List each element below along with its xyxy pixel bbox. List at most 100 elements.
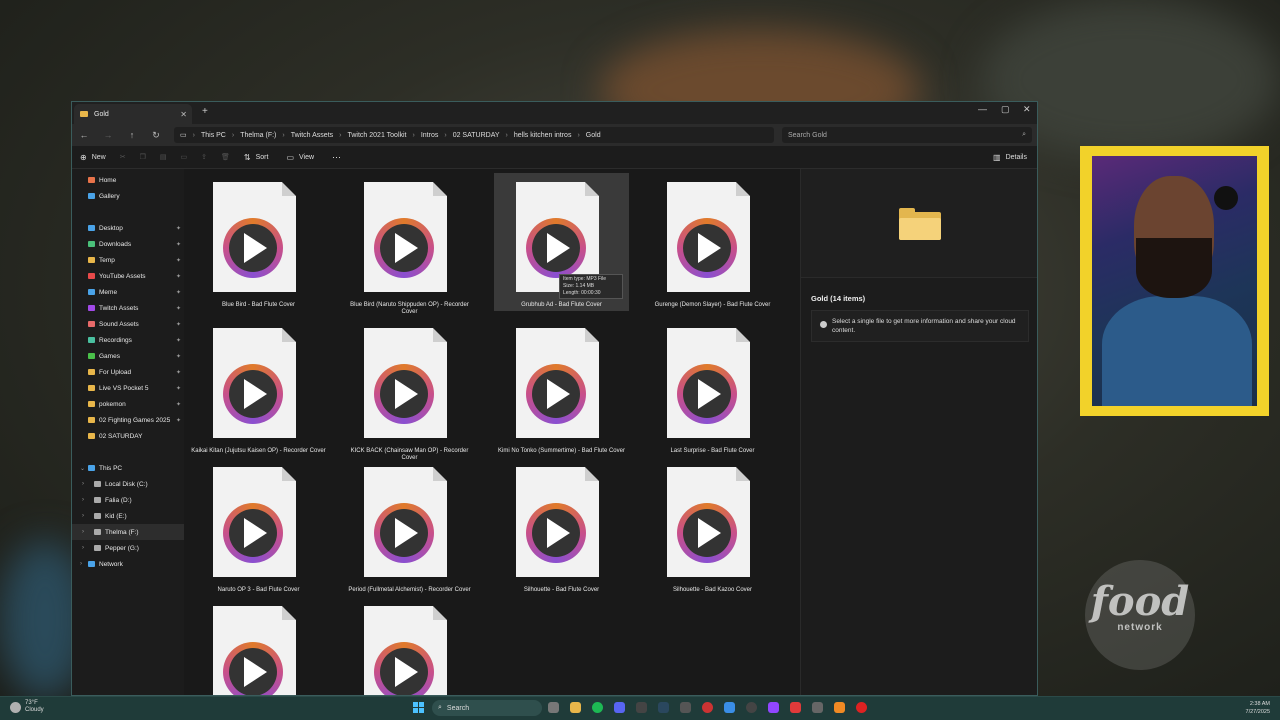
sidebar-item-drive[interactable]: › Thelma (F:) [72, 524, 184, 540]
file-tile[interactable]: Gurenge (Demon Slayer) - Bad Flute Cover [645, 173, 780, 311]
sidebar-item-pinned[interactable]: Desktop ✦ [72, 220, 184, 236]
sidebar-item-pinned[interactable]: Games ✦ [72, 348, 184, 364]
discord-icon[interactable] [614, 702, 625, 713]
copy-icon[interactable]: ❐ [140, 153, 146, 161]
view-button[interactable]: ▭ View [286, 153, 314, 162]
file-tile[interactable]: Period (Fullmetal Alchemist) - Recorder … [342, 458, 477, 596]
more-options-icon[interactable]: ⋯ [332, 152, 341, 163]
pin-icon[interactable]: ✦ [176, 401, 181, 408]
chevron-right-icon[interactable]: › [80, 561, 82, 567]
app-icon[interactable] [680, 702, 691, 713]
sidebar-item-drive[interactable]: › Pepper (G:) [72, 540, 184, 556]
sidebar-item-pinned[interactable]: For Upload ✦ [72, 364, 184, 380]
delete-icon[interactable]: 🗑 [221, 153, 230, 161]
sort-button[interactable]: ⇅ Sort [244, 153, 269, 162]
chevron-right-icon[interactable]: › [82, 529, 84, 535]
breadcrumb-item[interactable]: Gold [580, 132, 607, 139]
steam-icon[interactable] [658, 702, 669, 713]
pin-icon[interactable]: ✦ [176, 353, 181, 360]
pin-icon[interactable]: ✦ [176, 321, 181, 328]
pin-icon[interactable]: ✦ [176, 417, 181, 424]
taskbar-search[interactable]: ⌕ Search [432, 700, 542, 716]
pin-icon[interactable]: ✦ [176, 369, 181, 376]
pin-icon[interactable]: ✦ [176, 289, 181, 296]
start-button[interactable] [413, 702, 424, 713]
details-button[interactable]: ▥ Details [993, 153, 1027, 162]
cut-icon[interactable]: ✂ [120, 153, 126, 161]
sidebar-item-pinned[interactable]: Temp ✦ [72, 252, 184, 268]
app-icon[interactable] [636, 702, 647, 713]
up-icon[interactable]: ↑ [120, 130, 144, 140]
file-tile[interactable]: KICK BACK (Chainsaw Man OP) - Recorder C… [342, 319, 477, 461]
pin-icon[interactable]: ✦ [176, 305, 181, 312]
file-tile[interactable]: Blue Bird (Naruto Shippuden OP) - Record… [342, 173, 477, 315]
sidebar-item-gallery[interactable]: Gallery [72, 188, 184, 204]
sidebar-item-pinned[interactable]: pokemon ✦ [72, 396, 184, 412]
maximize-icon[interactable]: ▢ [1001, 104, 1010, 115]
sidebar-item-drive[interactable]: › Local Disk (C:) [72, 476, 184, 492]
app-icon[interactable] [702, 702, 713, 713]
file-tile[interactable] [191, 597, 326, 695]
breadcrumb-item[interactable]: Twitch Assets [285, 132, 339, 139]
breadcrumb-item[interactable]: This PC [195, 132, 232, 139]
chevron-right-icon[interactable]: › [82, 497, 84, 503]
sidebar-item-home[interactable]: Home [72, 172, 184, 188]
sidebar-item-network[interactable]: › Network [72, 556, 184, 572]
system-clock[interactable]: 2:38 AM 7/27/2025 [1246, 700, 1270, 716]
new-tab-button[interactable]: + [202, 106, 208, 117]
file-explorer-icon[interactable] [570, 702, 581, 713]
sidebar-item-pinned[interactable]: Meme ✦ [72, 284, 184, 300]
pin-icon[interactable]: ✦ [176, 385, 181, 392]
minimize-icon[interactable]: — [978, 104, 987, 114]
pin-icon[interactable]: ✦ [176, 257, 181, 264]
chevron-right-icon[interactable]: › [82, 513, 84, 519]
sidebar-item-this-pc[interactable]: ⌄ This PC [72, 460, 184, 476]
breadcrumb-item[interactable]: Intros [415, 132, 445, 139]
chevron-right-icon[interactable]: › [82, 481, 84, 487]
sidebar-item-pinned[interactable]: Twitch Assets ✦ [72, 300, 184, 316]
weather-widget[interactable]: 73°F Cloudy [10, 700, 44, 714]
app-icon[interactable] [724, 702, 735, 713]
file-tile[interactable]: Silhouette - Bad Flute Cover [494, 458, 629, 596]
spotify-icon[interactable] [592, 702, 603, 713]
breadcrumb-item[interactable]: Twitch 2021 Toolkit [341, 132, 412, 139]
pin-icon[interactable]: ✦ [176, 337, 181, 344]
rename-icon[interactable]: ▭ [181, 153, 188, 161]
file-tile[interactable]: Silhouette - Bad Kazoo Cover [645, 458, 780, 596]
search-input[interactable]: Search Gold ⌕ [782, 127, 1032, 143]
sidebar-item-pinned[interactable]: Live VS Pocket 5 ✦ [72, 380, 184, 396]
chevron-down-icon[interactable]: ⌄ [80, 465, 85, 472]
breadcrumb-item[interactable]: hells kitchen intros [508, 132, 578, 139]
address-bar[interactable]: ▭ › This PC › Thelma (F:) › Twitch Asset… [174, 127, 774, 143]
sidebar-item-pinned[interactable]: YouTube Assets ✦ [72, 268, 184, 284]
forward-icon[interactable]: → [96, 130, 120, 140]
file-tile[interactable]: Kimi No Tonko (Summertime) - Bad Flute C… [494, 319, 629, 457]
share-icon[interactable]: ⇪ [201, 153, 207, 161]
sidebar-item-pinned[interactable]: Recordings ✦ [72, 332, 184, 348]
breadcrumb-item[interactable]: Thelma (F:) [234, 132, 282, 139]
paste-icon[interactable]: ▤ [160, 153, 167, 161]
tab-gold[interactable]: Gold ✕ [74, 104, 192, 124]
new-button[interactable]: ⊕ New [80, 153, 106, 162]
sidebar-item-pinned[interactable]: Downloads ✦ [72, 236, 184, 252]
sidebar-item-pinned[interactable]: 02 Fighting Games 2025 ✦ [72, 412, 184, 428]
sidebar-item-drive[interactable]: › Falia (D:) [72, 492, 184, 508]
refresh-icon[interactable]: ↻ [144, 130, 168, 141]
file-tile[interactable]: Naruto OP 3 - Bad Flute Cover [191, 458, 326, 596]
back-icon[interactable]: ← [72, 130, 96, 140]
pin-icon[interactable]: ✦ [176, 225, 181, 232]
vlc-icon[interactable] [834, 702, 845, 713]
pin-icon[interactable]: ✦ [176, 241, 181, 248]
vivaldi-icon[interactable] [856, 702, 867, 713]
obs-icon[interactable] [746, 702, 757, 713]
chevron-right-icon[interactable]: › [82, 545, 84, 551]
pin-icon[interactable]: ✦ [176, 273, 181, 280]
file-tile[interactable]: Blue Bird - Bad Flute Cover [191, 173, 326, 311]
sidebar-item-drive[interactable]: › Kid (E:) [72, 508, 184, 524]
twitch-icon[interactable] [768, 702, 779, 713]
breadcrumb-item[interactable]: 02 SATURDAY [447, 132, 506, 139]
close-tab-icon[interactable]: ✕ [180, 110, 187, 119]
sidebar-item-pinned[interactable]: Sound Assets ✦ [72, 316, 184, 332]
app-icon[interactable] [790, 702, 801, 713]
file-tile[interactable]: Last Surprise - Bad Flute Cover [645, 319, 780, 457]
